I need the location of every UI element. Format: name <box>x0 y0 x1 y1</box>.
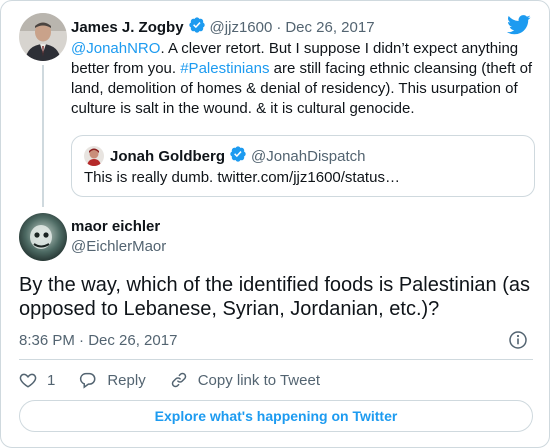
quoted-author-handle: @JonahDispatch <box>251 147 366 165</box>
main-author-avatar[interactable] <box>19 213 67 261</box>
copy-link-label: Copy link to Tweet <box>197 371 320 389</box>
quoted-tweet-text: This is really dumb. twitter.com/jjz1600… <box>84 169 400 186</box>
quoted-tweet[interactable]: Jonah Goldberg @JonahDispatch This is re… <box>71 135 535 197</box>
thread-line <box>42 65 44 207</box>
parent-tweet-header: James J. Zogby @jjz1600 · Dec 26, 2017 <box>71 17 375 37</box>
action-bar: 1 Reply Copy link to Tweet <box>19 369 344 391</box>
explore-button[interactable]: Explore what's happening on Twitter <box>19 400 533 432</box>
like-button[interactable]: 1 <box>19 371 55 389</box>
heart-icon <box>19 373 37 388</box>
embedded-tweet-card: James J. Zogby @jjz1600 · Dec 26, 2017 @… <box>0 0 550 448</box>
hashtag-link[interactable]: #Palestinians <box>180 60 269 77</box>
parent-author-name[interactable]: James J. Zogby <box>71 19 184 36</box>
main-tweet-text: By the way, which of the identified food… <box>19 274 531 320</box>
tweet-timestamp[interactable]: 8:36 PM · Dec 26, 2017 <box>19 331 177 351</box>
like-count: 1 <box>47 371 56 389</box>
quoted-author-name: Jonah Goldberg <box>110 147 226 165</box>
divider <box>19 359 533 360</box>
info-icon[interactable] <box>509 331 527 354</box>
reply-button[interactable]: Reply <box>79 371 146 389</box>
main-author-handle[interactable]: @EichlerMaor <box>71 237 166 257</box>
parent-tweet-date[interactable]: Dec 26, 2017 <box>285 19 374 36</box>
verified-badge-icon <box>229 145 247 167</box>
twitter-bird-icon[interactable] <box>507 15 531 40</box>
quoted-author-avatar <box>84 146 104 166</box>
reply-label: Reply <box>107 371 146 389</box>
parent-author-avatar[interactable] <box>19 13 67 61</box>
reply-icon <box>80 372 96 389</box>
link-icon <box>171 372 186 388</box>
quoted-tweet-header: Jonah Goldberg @JonahDispatch <box>110 146 365 166</box>
separator-dot: · <box>276 18 282 36</box>
copy-link-button[interactable]: Copy link to Tweet <box>170 371 320 389</box>
mention-link[interactable]: @JonahNRO <box>71 40 160 57</box>
parent-author-handle[interactable]: @jjz1600 <box>210 19 273 36</box>
verified-badge-icon <box>188 16 206 38</box>
main-author-name[interactable]: maor eichler <box>71 217 160 237</box>
parent-tweet-text: @JonahNRO. A clever retort. But I suppos… <box>71 39 535 119</box>
